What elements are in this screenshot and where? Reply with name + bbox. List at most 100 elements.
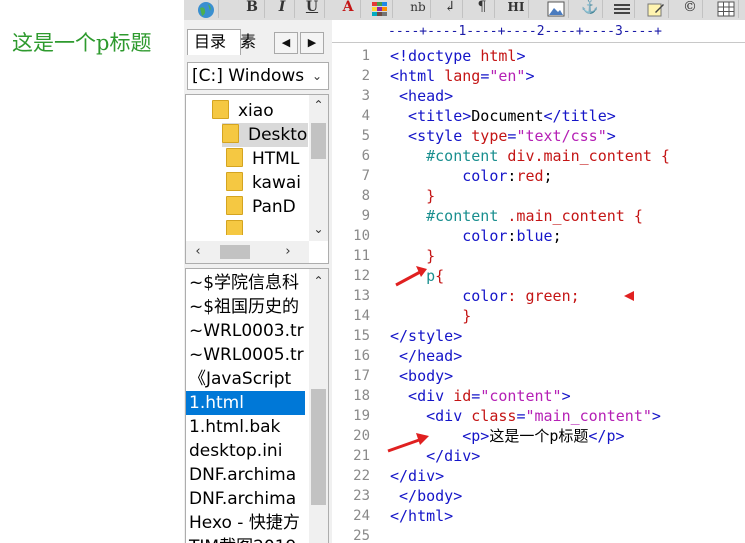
ruler-divider <box>332 42 745 43</box>
file-item-selected[interactable]: 1.html <box>186 391 305 415</box>
annotation-arrow-icon <box>387 433 429 453</box>
folder-label: kawai <box>252 173 302 193</box>
line-number: 20 <box>353 428 370 444</box>
folder-tree: xiao Deskto HTML kawai PanD ⌃ ⌄ ‹ › <box>185 94 329 264</box>
chevron-up-icon[interactable]: ⌃ <box>309 95 328 115</box>
line-number: 6 <box>361 148 370 164</box>
line-number: 10 <box>353 228 370 244</box>
paragraph-icon[interactable]: ¶ <box>470 0 495 18</box>
code-line: <html lang="en"> <box>390 67 535 85</box>
column-ruler: ----+----1----+----2----+----3----+ <box>388 24 662 39</box>
annotation-arrowhead-icon <box>624 291 634 301</box>
scroll-thumb[interactable] <box>311 123 326 159</box>
drive-select[interactable]: [C:] Windows ⌄ <box>187 62 329 90</box>
code-line: <head> <box>390 87 454 105</box>
folder-item[interactable]: xiao <box>212 99 274 123</box>
folder-item[interactable]: HTML <box>226 147 299 171</box>
file-item[interactable]: ~WRL0003.tr <box>186 319 305 343</box>
folder-item[interactable] <box>226 219 252 235</box>
globe-icon[interactable] <box>194 0 219 18</box>
file-item[interactable]: TIM截图2019 <box>186 535 305 543</box>
code-line: <body> <box>390 367 454 385</box>
file-item[interactable]: ~$学院信息科 <box>186 271 305 295</box>
file-item[interactable]: 《JavaScript <box>186 367 305 391</box>
line-number: 18 <box>353 388 370 404</box>
line-number: 23 <box>353 488 370 504</box>
code-line: } <box>390 307 472 325</box>
line-number: 16 <box>353 348 370 364</box>
line-break-icon[interactable]: ↲ <box>438 0 463 18</box>
file-item[interactable]: desktop.ini <box>186 439 305 463</box>
line-number: 15 <box>353 328 370 344</box>
folder-item[interactable]: Deskto <box>222 123 308 147</box>
file-list-scrollbar[interactable]: ⌃ <box>309 269 328 543</box>
edit-icon[interactable] <box>644 0 669 18</box>
underline-button[interactable]: U <box>300 0 325 18</box>
code-area[interactable]: <!doctype html> <html lang="en"> <head> … <box>390 46 745 543</box>
anchor-icon[interactable]: ⚓ <box>578 0 603 18</box>
font-color-button[interactable]: A <box>336 0 361 18</box>
chevron-right-icon[interactable]: › <box>278 241 298 263</box>
folder-item[interactable]: PanD <box>226 195 296 219</box>
line-number: 21 <box>353 448 370 464</box>
tab-second[interactable]: 素 <box>240 30 258 54</box>
folder-open-icon <box>222 124 239 143</box>
code-line: color: green; <box>390 287 580 305</box>
horizontal-rule-icon[interactable] <box>610 0 635 18</box>
color-grid-icon[interactable] <box>368 0 393 18</box>
folder-item[interactable]: kawai <box>226 171 301 195</box>
line-number: 13 <box>353 288 370 304</box>
annotation-arrow-icon <box>395 266 427 287</box>
file-item[interactable]: ~$祖国历史的 <box>186 295 305 319</box>
code-line: #content div.main_content { <box>390 147 670 165</box>
line-number: 7 <box>361 168 370 184</box>
line-number: 3 <box>361 88 370 104</box>
folder-label: xiao <box>238 101 274 121</box>
code-line: color:red; <box>390 167 553 185</box>
toolbar: B I U A nb ↲ ¶ HI ⚓ © <box>184 0 745 21</box>
line-number: 12 <box>353 268 370 284</box>
drive-select-value: [C:] Windows <box>192 66 305 86</box>
file-item[interactable]: DNF.archima <box>186 463 305 487</box>
folder-icon <box>212 100 229 119</box>
italic-button[interactable]: I <box>270 0 295 18</box>
tab-scroll-left-icon[interactable]: ◀ <box>274 32 298 54</box>
copyright-icon[interactable]: © <box>678 0 703 18</box>
folder-label: HTML <box>252 149 300 169</box>
chevron-down-icon[interactable]: ⌄ <box>309 219 328 239</box>
file-item[interactable]: 1.html.bak <box>186 415 305 439</box>
line-number: 25 <box>353 528 370 543</box>
chevron-down-icon: ⌄ <box>311 69 322 83</box>
tab-scroll-right-icon[interactable]: ▶ <box>300 32 324 54</box>
tree-vertical-scrollbar[interactable]: ⌃ ⌄ <box>309 95 328 241</box>
file-item[interactable]: Hexo - 快捷方 <box>186 511 305 535</box>
scroll-thumb[interactable] <box>220 245 250 259</box>
heading-button[interactable]: HI <box>504 0 529 18</box>
file-item[interactable]: DNF.archima <box>186 487 305 511</box>
file-item[interactable]: ~WRL0005.tr <box>186 343 305 367</box>
line-number: 22 <box>353 468 370 484</box>
tree-horizontal-scrollbar[interactable]: ‹ › <box>186 241 309 263</box>
tab-directory[interactable]: 目录 <box>187 29 241 55</box>
code-line: } <box>390 247 436 265</box>
table-icon[interactable] <box>714 0 739 18</box>
line-number: 11 <box>353 248 370 264</box>
line-number: 8 <box>361 188 370 204</box>
line-number: 14 <box>353 308 370 324</box>
browser-preview: 这是一个p标题 <box>0 0 184 543</box>
code-line: </body> <box>390 487 463 505</box>
bold-button[interactable]: B <box>240 0 265 18</box>
code-line: <!doctype html> <box>390 47 526 65</box>
image-icon[interactable] <box>544 0 569 18</box>
line-number: 19 <box>353 408 370 424</box>
line-number: 4 <box>361 108 370 124</box>
folder-icon <box>226 172 243 191</box>
chevron-up-icon[interactable]: ⌃ <box>309 271 328 291</box>
code-line: </html> <box>390 507 454 525</box>
scroll-thumb[interactable] <box>311 389 326 505</box>
nbsp-button[interactable]: nb <box>406 0 431 18</box>
line-number: 1 <box>361 48 370 64</box>
file-sidebar: 目录 素 ◀ ▶ [C:] Windows ⌄ xiao Deskto HTML… <box>184 20 333 543</box>
chevron-left-icon[interactable]: ‹ <box>188 241 208 263</box>
code-line: <style type="text/css"> <box>390 127 616 145</box>
